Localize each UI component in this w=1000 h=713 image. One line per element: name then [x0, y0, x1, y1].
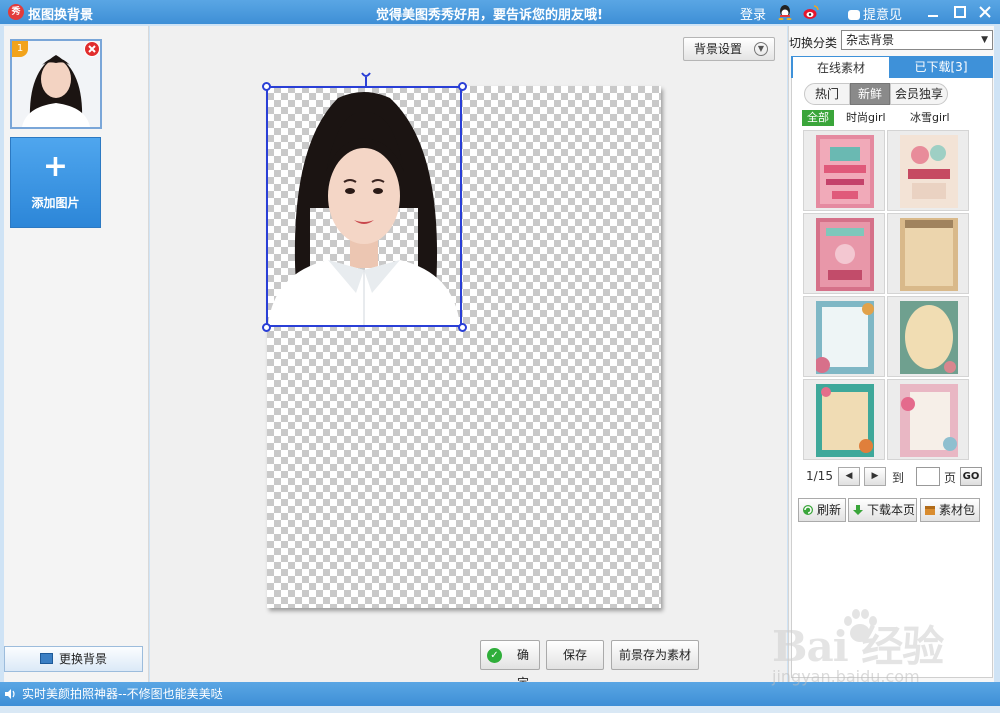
add-image-button[interactable]: + 添加图片	[10, 137, 101, 228]
background-settings-label: 背景设置	[694, 42, 743, 56]
resize-handle-top-left[interactable]	[262, 82, 271, 91]
change-background-button[interactable]: 更换背景	[4, 646, 143, 672]
next-page-button[interactable]: ▶	[864, 467, 886, 486]
refresh-icon	[803, 505, 813, 515]
thumbnail-index-badge: 1	[12, 41, 28, 57]
filter-all[interactable]: 全部	[802, 110, 834, 126]
change-background-label: 更换背景	[58, 652, 107, 666]
close-icon	[88, 45, 96, 53]
oval-floral-frame-image	[900, 301, 958, 374]
material-tabs: 在线素材 已下载[3]	[791, 56, 993, 79]
floral-blue-frame-image	[816, 301, 874, 374]
bottom-border	[0, 706, 1000, 713]
ice-cream-vintage-image	[900, 135, 958, 208]
material-thumbnail[interactable]	[887, 213, 969, 294]
maximize-button[interactable]	[951, 3, 969, 21]
category-value: 杂志背景	[846, 33, 895, 47]
qq-icon[interactable]	[777, 4, 793, 20]
check-icon: ✓	[487, 648, 502, 663]
confirm-button[interactable]: ✓ 确定	[480, 640, 540, 690]
tab-downloaded[interactable]: 已下载[3]	[891, 56, 991, 78]
save-as-material-button[interactable]: 前景存为素材	[611, 640, 699, 670]
subtab-new[interactable]: 新鲜	[850, 83, 890, 105]
resize-handle-top-right[interactable]	[458, 82, 467, 91]
slogan-link[interactable]: 觉得美图秀秀好用，要告诉您的朋友哦!	[376, 4, 603, 23]
app-logo-icon: 秀	[8, 4, 24, 20]
pink-floral-frame-image	[900, 384, 958, 457]
baidu-jingyan-watermark: Bai 经验 jingyan.baidu.com	[772, 601, 952, 691]
login-link[interactable]: 登录	[740, 4, 766, 23]
material-thumbnail[interactable]	[803, 213, 885, 294]
ice-cream-pink-image	[816, 135, 874, 208]
delicious-pink-image	[816, 218, 874, 291]
material-tab-body: 热门 新鲜 会员独享 全部 时尚girl 冰雪girl 1/15 ◀ ▶ 到 页…	[791, 78, 993, 678]
category-label: 切换分类	[789, 36, 838, 50]
chat-bubble-icon	[848, 10, 860, 20]
material-pack-label: 素材包	[939, 503, 976, 517]
rotate-handle[interactable]	[360, 72, 372, 86]
material-thumbnail[interactable]	[803, 379, 885, 460]
close-icon	[979, 6, 991, 18]
go-button[interactable]: GO	[960, 467, 982, 486]
maximize-icon	[954, 6, 966, 18]
page-label: 页	[944, 471, 957, 485]
vintage-paper-image	[900, 218, 958, 291]
save-button[interactable]: 保存	[546, 640, 604, 670]
portrait-cutout-image	[268, 92, 460, 325]
page-number-input[interactable]	[916, 467, 940, 486]
speaker-icon	[5, 689, 15, 699]
minimize-button[interactable]	[924, 3, 942, 21]
download-page-label: 下载本页	[867, 503, 916, 517]
chevron-down-icon: ▼	[981, 35, 988, 45]
app-title: 抠图换背景	[28, 8, 94, 23]
material-pack-button[interactable]: 素材包	[920, 498, 980, 522]
category-select[interactable]: 杂志背景 ▼	[841, 30, 993, 50]
resize-handle-bottom-right[interactable]	[458, 323, 467, 332]
minimize-icon	[928, 15, 938, 17]
editing-area: 背景设置 ▼ ✓ 确定 保存 前景存为素材	[150, 26, 787, 690]
prev-page-button[interactable]: ◀	[838, 467, 860, 486]
feedback-link[interactable]: 提意见	[848, 4, 902, 23]
material-thumbnail[interactable]	[887, 130, 969, 211]
goto-label: 到	[892, 471, 905, 485]
material-panel: 切换分类 杂志背景 ▼ 在线素材 已下载[3] 热门 新鲜 会员独享 全部 时尚…	[788, 26, 994, 682]
remove-image-button[interactable]	[84, 41, 100, 57]
add-image-label: 添加图片	[31, 196, 80, 210]
resize-handle-bottom-left[interactable]	[262, 323, 271, 332]
image-list-panel: 1 + 添加图片 更换背景	[4, 26, 149, 682]
download-arrow-icon	[853, 505, 863, 515]
status-promo-link[interactable]: 实时美颜拍照神器--不修图也能美美哒	[22, 682, 223, 706]
material-pager: 1/15 ◀ ▶ 到 页 GO	[806, 467, 991, 487]
chevron-right-icon: ▶	[871, 471, 879, 481]
chevron-left-icon: ◀	[845, 471, 853, 481]
teal-floral-frame-image	[816, 384, 874, 457]
feedback-label: 提意见	[863, 8, 903, 23]
filter-ice-girl[interactable]: 冰雪girl	[910, 110, 950, 126]
picture-icon	[39, 653, 53, 664]
subtab-hot[interactable]: 热门	[804, 83, 850, 105]
watermark-url: jingyan.baidu.com	[772, 667, 920, 686]
material-thumbnail[interactable]	[887, 296, 969, 377]
material-thumbnail[interactable]	[887, 379, 969, 460]
tab-online-materials[interactable]: 在线素材	[793, 57, 889, 79]
title-bar: 秀 抠图换背景 觉得美图秀秀好用，要告诉您的朋友哦! 登录 提意见	[0, 0, 1000, 24]
package-icon	[925, 506, 935, 515]
material-thumbnail[interactable]	[803, 296, 885, 377]
weibo-icon[interactable]	[803, 4, 819, 20]
refresh-label: 刷新	[817, 503, 842, 517]
background-settings-dropdown[interactable]: 背景设置 ▼	[683, 37, 775, 61]
material-thumbnail[interactable]	[803, 130, 885, 211]
subtab-vip[interactable]: 会员独享	[890, 83, 948, 105]
refresh-button[interactable]: 刷新	[798, 498, 846, 522]
close-button[interactable]	[976, 3, 994, 21]
paw-icon	[844, 609, 877, 642]
filter-fashion-girl[interactable]: 时尚girl	[846, 110, 886, 126]
plus-icon: +	[42, 149, 69, 184]
chevron-down-icon: ▼	[754, 42, 768, 56]
page-indicator: 1/15	[806, 469, 833, 483]
image-thumbnail[interactable]: 1	[10, 39, 102, 129]
cutout-photo[interactable]	[266, 86, 462, 327]
material-actions: 刷新 下载本页 素材包	[798, 498, 988, 522]
download-page-button[interactable]: 下载本页	[848, 498, 917, 522]
